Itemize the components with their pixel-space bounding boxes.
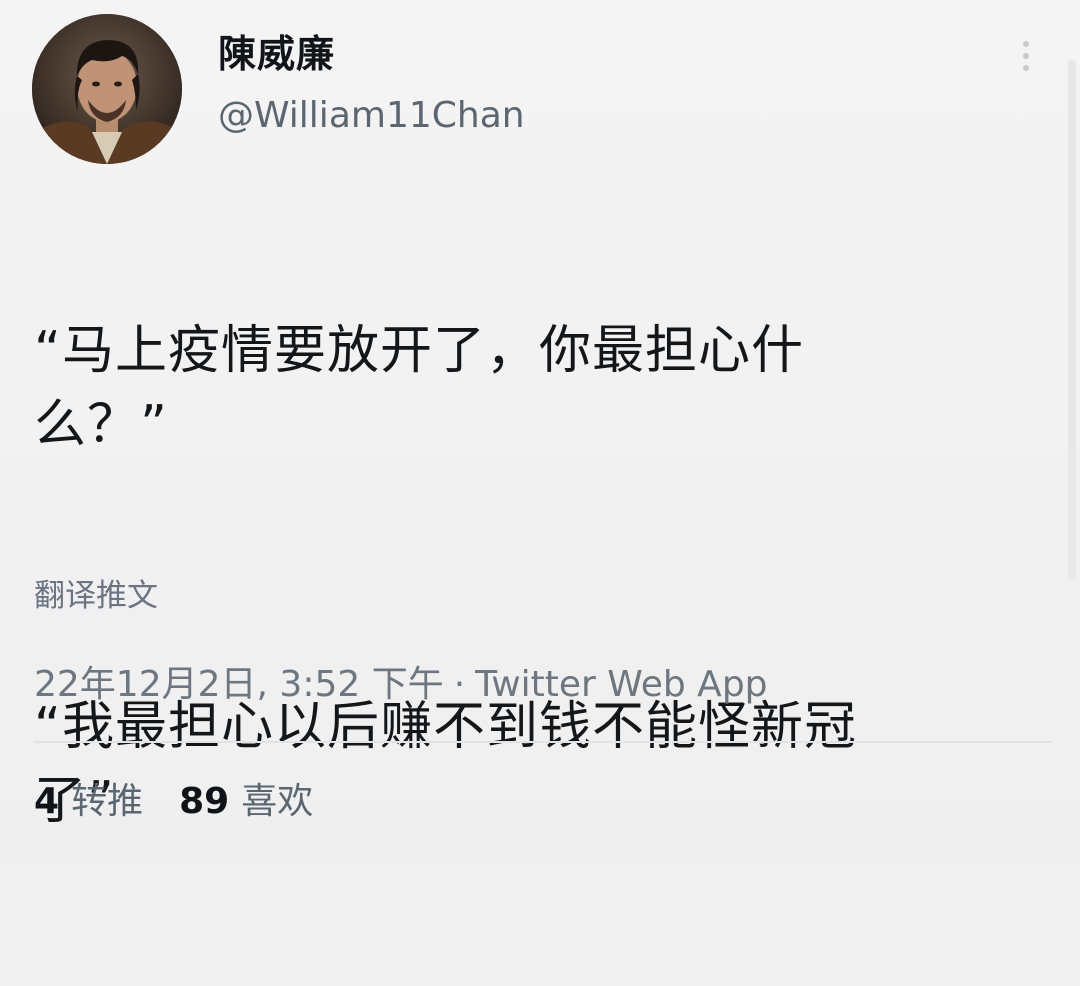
likes-stat[interactable]: 89 喜欢 <box>179 778 313 826</box>
tweet-meta: 22年12月2日, 3:52 下午 · Twitter Web App <box>34 661 768 709</box>
tweet-source[interactable]: Twitter Web App <box>475 664 767 705</box>
avatar[interactable] <box>32 14 182 164</box>
more-dot <box>1023 65 1029 71</box>
avatar-image <box>32 14 182 164</box>
more-dot <box>1023 41 1029 47</box>
likes-count: 89 <box>179 781 230 822</box>
tweet-stats: 4 转推 89 喜欢 <box>34 778 313 826</box>
more-vertical-icon[interactable] <box>1008 34 1044 78</box>
display-name[interactable]: 陳威廉 <box>218 30 335 78</box>
more-dot <box>1023 53 1029 59</box>
divider <box>34 741 1052 743</box>
scrollbar[interactable] <box>1068 60 1076 580</box>
retweets-count: 4 <box>34 781 60 822</box>
tweet-card: 陳威廉 @William11Chan “马上疫情要放开了，你最担心什 么？” “… <box>0 0 1080 866</box>
tweet-paragraph-1: “马上疫情要放开了，你最担心什 么？” <box>34 321 804 455</box>
meta-separator: · <box>453 664 466 705</box>
tweet-text: “马上疫情要放开了，你最担心什 么？” “我最担心以后赚不到钱不能怪新冠 了” <box>34 166 1044 986</box>
likes-label: 喜欢 <box>241 781 314 822</box>
translate-tweet-link[interactable]: 翻译推文 <box>34 574 158 618</box>
user-handle[interactable]: @William11Chan <box>218 92 525 140</box>
tweet-timestamp[interactable]: 22年12月2日, 3:52 下午 <box>34 664 444 705</box>
retweets-stat[interactable]: 4 转推 <box>34 778 143 826</box>
retweets-label: 转推 <box>71 781 144 822</box>
